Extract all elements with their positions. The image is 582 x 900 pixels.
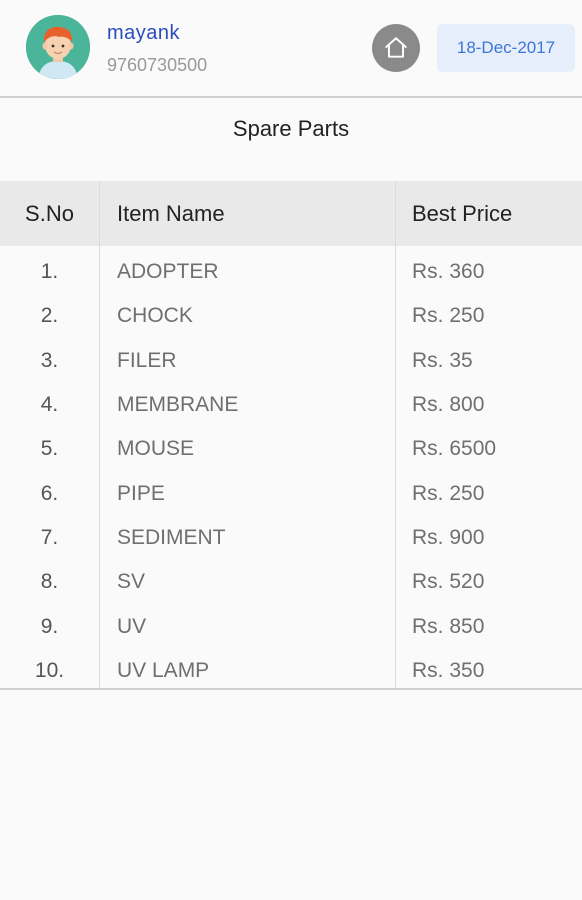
row-item-name: SEDIMENT xyxy=(117,525,226,549)
row-best-price: Rs. 900 xyxy=(412,525,485,549)
row-best-price: Rs. 250 xyxy=(412,304,485,328)
table-row[interactable]: 5. MOUSE Rs. 6500 xyxy=(0,427,582,471)
spare-parts-screen: mayank 9760730500 18-Dec-2017 Spare Part… xyxy=(0,0,582,900)
row-sno: 4. xyxy=(40,393,59,417)
row-best-price: Rs. 850 xyxy=(412,614,485,638)
column-header-sno: S.No xyxy=(25,200,74,226)
row-sno: 9. xyxy=(40,614,59,638)
home-icon xyxy=(385,37,407,58)
table-row[interactable]: 4. MEMBRANE Rs. 800 xyxy=(0,383,582,427)
table-row[interactable]: 10. UV LAMP Rs. 350 xyxy=(0,649,582,693)
user-avatar-icon[interactable] xyxy=(26,15,90,79)
table-row[interactable]: 3. FILER Rs. 35 xyxy=(0,339,582,383)
row-sno: 2. xyxy=(40,304,59,328)
home-button[interactable] xyxy=(372,24,420,72)
row-best-price: Rs. 350 xyxy=(412,658,485,682)
row-best-price: Rs. 6500 xyxy=(412,437,497,461)
table-row[interactable]: 8. SV Rs. 520 xyxy=(0,560,582,604)
date-badge[interactable]: 18-Dec-2017 xyxy=(437,24,575,72)
app-header: mayank 9760730500 18-Dec-2017 xyxy=(0,0,582,98)
row-best-price: Rs. 520 xyxy=(412,570,485,594)
row-best-price: Rs. 35 xyxy=(412,348,473,372)
row-best-price: Rs. 250 xyxy=(412,481,485,505)
row-item-name: CHOCK xyxy=(117,304,193,328)
page-title: Spare Parts xyxy=(232,116,350,141)
table-row[interactable]: 7. SEDIMENT Rs. 900 xyxy=(0,516,582,560)
row-best-price: Rs. 360 xyxy=(412,260,485,284)
row-item-name: SV xyxy=(117,570,146,594)
row-item-name: MOUSE xyxy=(117,437,195,461)
row-sno: 3. xyxy=(40,348,59,372)
row-sno: 1. xyxy=(40,260,59,284)
table-row[interactable]: 9. UV Rs. 850 xyxy=(0,604,582,648)
row-item-name: FILER xyxy=(117,348,177,372)
user-phone: 9760730500 xyxy=(107,55,208,75)
row-item-name: MEMBRANE xyxy=(117,393,239,417)
row-best-price: Rs. 800 xyxy=(412,393,485,417)
table-row[interactable]: 6. PIPE Rs. 250 xyxy=(0,471,582,515)
column-header-best-price: Best Price xyxy=(412,200,513,226)
table-body: 1. ADOPTER Rs. 360 2. CHOCK Rs. 250 3. F… xyxy=(0,250,582,693)
row-item-name: UV LAMP xyxy=(117,658,210,682)
table-header: S.No Item Name Best Price xyxy=(0,181,582,246)
spare-parts-table: S.No Item Name Best Price 1. ADOPTER Rs.… xyxy=(0,181,582,690)
row-sno: 5. xyxy=(40,437,59,461)
row-item-name: PIPE xyxy=(117,481,165,505)
row-sno: 7. xyxy=(40,525,59,549)
table-row[interactable]: 1. ADOPTER Rs. 360 xyxy=(0,250,582,294)
row-sno: 10. xyxy=(34,658,65,682)
row-sno: 8. xyxy=(40,570,59,594)
row-sno: 6. xyxy=(40,481,59,505)
row-item-name: UV xyxy=(117,614,147,638)
table-row[interactable]: 2. CHOCK Rs. 250 xyxy=(0,294,582,338)
user-name: mayank xyxy=(107,22,181,44)
row-item-name: ADOPTER xyxy=(117,260,219,284)
column-header-item-name: Item Name xyxy=(117,200,225,226)
